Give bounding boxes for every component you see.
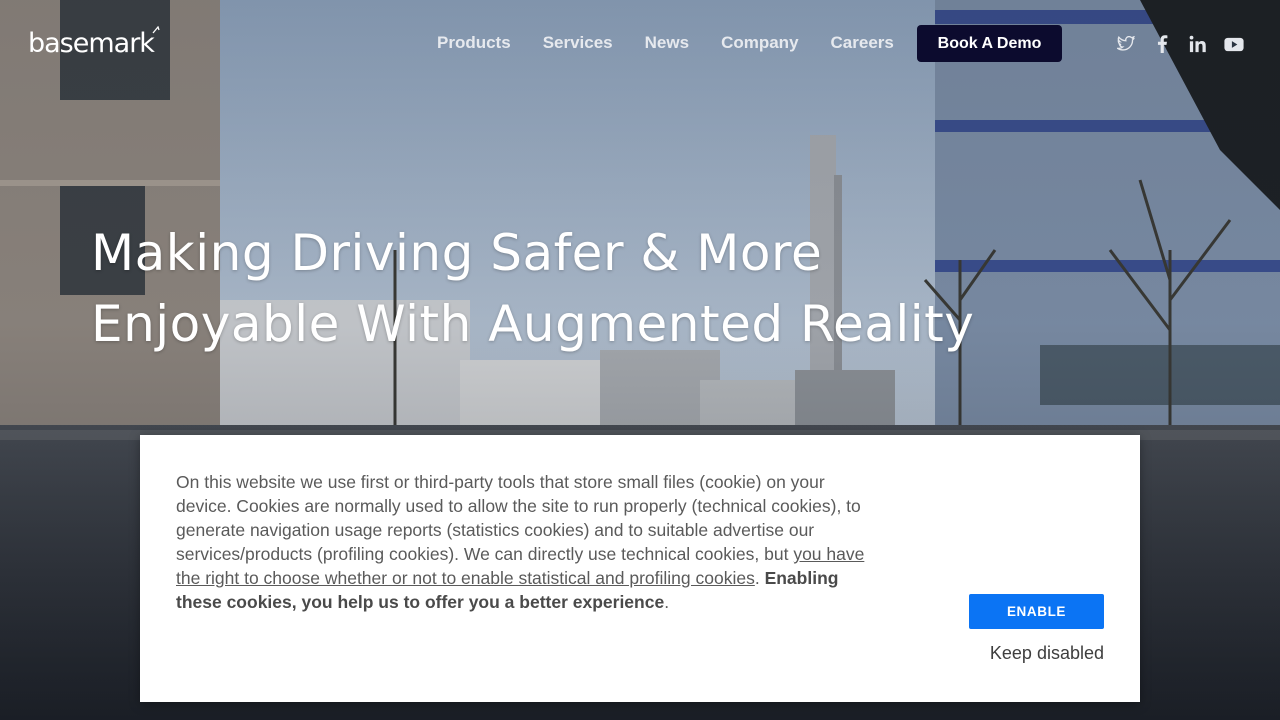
cookie-text-end: .: [664, 592, 670, 612]
twitter-icon[interactable]: [1115, 33, 1137, 55]
book-demo-button[interactable]: Book A Demo: [917, 25, 1062, 62]
hero-title: Making Driving Safer & More Enjoyable Wi…: [91, 218, 1011, 360]
logo-mark-icon: [152, 26, 160, 34]
hero-title-line-2: Enjoyable With Augmented Reality: [91, 295, 975, 353]
nav-item-careers[interactable]: Careers: [831, 33, 894, 53]
nav-item-services[interactable]: Services: [543, 33, 613, 53]
keep-disabled-button[interactable]: Keep disabled: [990, 643, 1104, 664]
facebook-icon[interactable]: [1151, 33, 1173, 55]
basemark-logo[interactable]: basemark: [28, 26, 160, 60]
hero-title-line-1: Making Driving Safer & More: [91, 224, 823, 282]
linkedin-icon[interactable]: [1187, 33, 1209, 55]
cookie-banner: On this website we use first or third-pa…: [140, 435, 1140, 702]
cookie-text-after-link: .: [754, 568, 765, 588]
youtube-icon[interactable]: [1223, 33, 1245, 55]
logo-text: basemark: [28, 27, 155, 59]
nav-item-company[interactable]: Company: [721, 33, 798, 53]
main-nav: Products Services News Company Careers: [437, 24, 926, 62]
cookie-message: On this website we use first or third-pa…: [176, 470, 876, 614]
cookie-text-intro: On this website we use first or third-pa…: [176, 472, 861, 564]
enable-cookies-button[interactable]: ENABLE: [969, 594, 1104, 629]
nav-item-news[interactable]: News: [645, 33, 689, 53]
nav-item-products[interactable]: Products: [437, 33, 511, 53]
